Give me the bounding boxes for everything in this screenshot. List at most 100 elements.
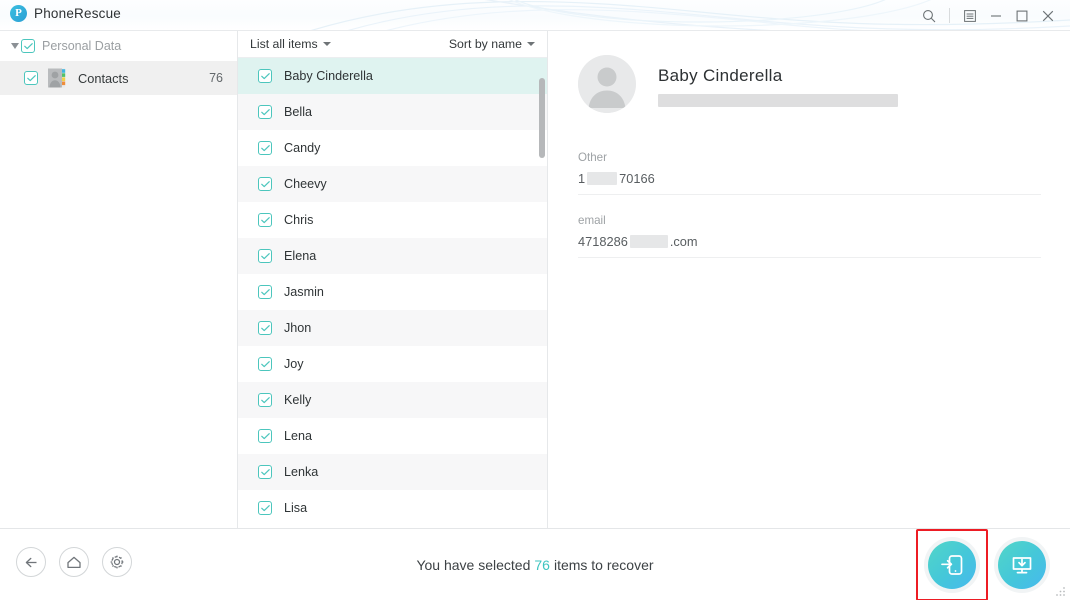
list-item-checkbox[interactable] [258,105,272,119]
contacts-icon [46,67,68,89]
minimize-icon[interactable] [983,0,1009,30]
list-item-label: Lena [284,429,313,443]
avatar [578,55,636,113]
status-count: 76 [534,557,550,573]
sidebar: Personal Data Contacts 76 [0,31,238,528]
detail-field-label: email [578,214,606,227]
contact-list-panel: List all items Sort by name Baby Cindere… [238,31,548,528]
phonerescue-logo-icon: P [10,5,27,22]
detail-fields: Other 1 70166 email 4718286 .com [578,151,1041,258]
app-brand: P PhoneRescue [10,5,121,22]
list-item-label: Lenka [284,465,319,479]
detail-field-label: Other [578,151,607,164]
recover-to-computer-button[interactable] [994,537,1050,593]
list-item-label: Lisa [284,501,308,515]
detail-field-value-suffix: 70166 [619,171,655,186]
list-item-checkbox[interactable] [258,285,272,299]
window-controls [916,0,1061,30]
list-item[interactable]: Chris [238,202,547,238]
detail-field: email 4718286 .com [578,214,1041,258]
list-item-checkbox[interactable] [258,141,272,155]
sidebar-item-contacts[interactable]: Contacts 76 [0,61,237,95]
group-checkbox[interactable] [21,39,35,53]
sort-dropdown-label: Sort by name [448,37,522,51]
list-item-label: Bella [284,105,313,119]
detail-name-block: Baby Cinderella [658,55,898,107]
list-item-checkbox[interactable] [258,321,272,335]
list-item-label: Chris [284,213,314,227]
list-item-checkbox[interactable] [258,213,272,227]
list-scrollbar[interactable] [539,58,546,528]
recover-to-device-button[interactable] [916,529,988,600]
bottom-bar: You have selected 76 items to recover [0,528,1070,600]
list-item[interactable]: Kelly [238,382,547,418]
contact-list[interactable]: Baby Cinderella Bella Candy Cheevy Chris Elen… [238,58,547,528]
sidebar-group-label: Personal Data [42,39,122,53]
resize-grip-icon[interactable] [1054,585,1066,597]
detail-header: Baby Cinderella [549,31,1070,113]
redacted-segment [587,172,618,185]
list-item[interactable]: Jasmin [238,274,547,310]
list-item-checkbox[interactable] [258,357,272,371]
detail-field: Other 1 70166 [578,151,1041,195]
list-item-label: Candy [284,141,321,155]
sort-dropdown[interactable]: Sort by name [449,37,535,51]
list-item-checkbox[interactable] [258,465,272,479]
filter-dropdown-label: List all items [250,37,318,51]
titlebar-decoration [311,0,1070,30]
list-item-label: Kelly [284,393,312,407]
list-item[interactable]: Candy [238,130,547,166]
list-item-checkbox[interactable] [258,501,272,515]
title-bar: P PhoneRescue [0,0,1070,31]
list-item-checkbox[interactable] [258,177,272,191]
list-item-checkbox[interactable] [258,249,272,263]
chevron-down-icon[interactable] [8,43,21,49]
redacted-segment [629,235,668,248]
list-item[interactable]: Elena [238,238,547,274]
status-prefix: You have selected [416,557,531,573]
contacts-checkbox[interactable] [24,71,38,85]
chevron-down-icon [322,42,331,46]
list-item[interactable]: Bella [238,94,547,130]
list-item-label: Jasmin [284,285,324,299]
list-item[interactable]: Lisa [238,490,547,526]
close-icon[interactable] [1035,0,1061,30]
list-item-label: Baby Cinderella [284,69,373,83]
chevron-down-icon [527,42,535,46]
detail-field-value-prefix: 1 [578,171,586,186]
redacted-subtitle [658,94,898,107]
app-title: PhoneRescue [34,6,122,21]
list-toolbar: List all items Sort by name [238,31,547,58]
list-item[interactable]: Jhon [238,310,547,346]
list-item[interactable]: Baby Cinderella [238,58,547,94]
list-item[interactable]: Lenka [238,454,547,490]
maximize-icon[interactable] [1009,0,1035,30]
list-item[interactable]: Lena [238,418,547,454]
control-divider [949,8,950,23]
filter-dropdown[interactable]: List all items [250,37,331,51]
list-item-checkbox[interactable] [258,393,272,407]
contact-detail-panel: Baby Cinderella Other 1 70166 email 4718286.… [549,31,1070,528]
detail-field-value-suffix: .com [669,234,698,249]
phonerescue-window: P PhoneRescue Personal Data Contacts 76 … [0,0,1070,600]
menu-icon[interactable] [957,0,983,30]
list-item-label: Joy [284,357,304,371]
recover-to-computer-inner[interactable] [998,541,1046,589]
list-item-checkbox[interactable] [258,429,272,443]
detail-field-value: 1 70166 [578,171,1041,186]
status-message: You have selected 76 items to recover [0,529,1070,600]
detail-field-value: 4718286 .com [578,234,1041,249]
list-item-checkbox[interactable] [258,69,272,83]
sidebar-group-personal-data[interactable]: Personal Data [0,31,237,61]
sidebar-item-label: Contacts [78,70,129,86]
search-icon[interactable] [916,0,942,30]
list-item[interactable]: Cheevy [238,166,547,202]
list-item-label: Jhon [284,321,312,335]
status-suffix: items to recover [553,557,654,573]
recover-to-device-inner[interactable] [928,541,976,589]
detail-contact-name: Baby Cinderella [658,66,783,85]
list-item-label: Cheevy [284,177,327,191]
scrollbar-thumb[interactable] [539,78,545,158]
sidebar-item-count: 76 [209,71,223,85]
list-item[interactable]: Joy [238,346,547,382]
